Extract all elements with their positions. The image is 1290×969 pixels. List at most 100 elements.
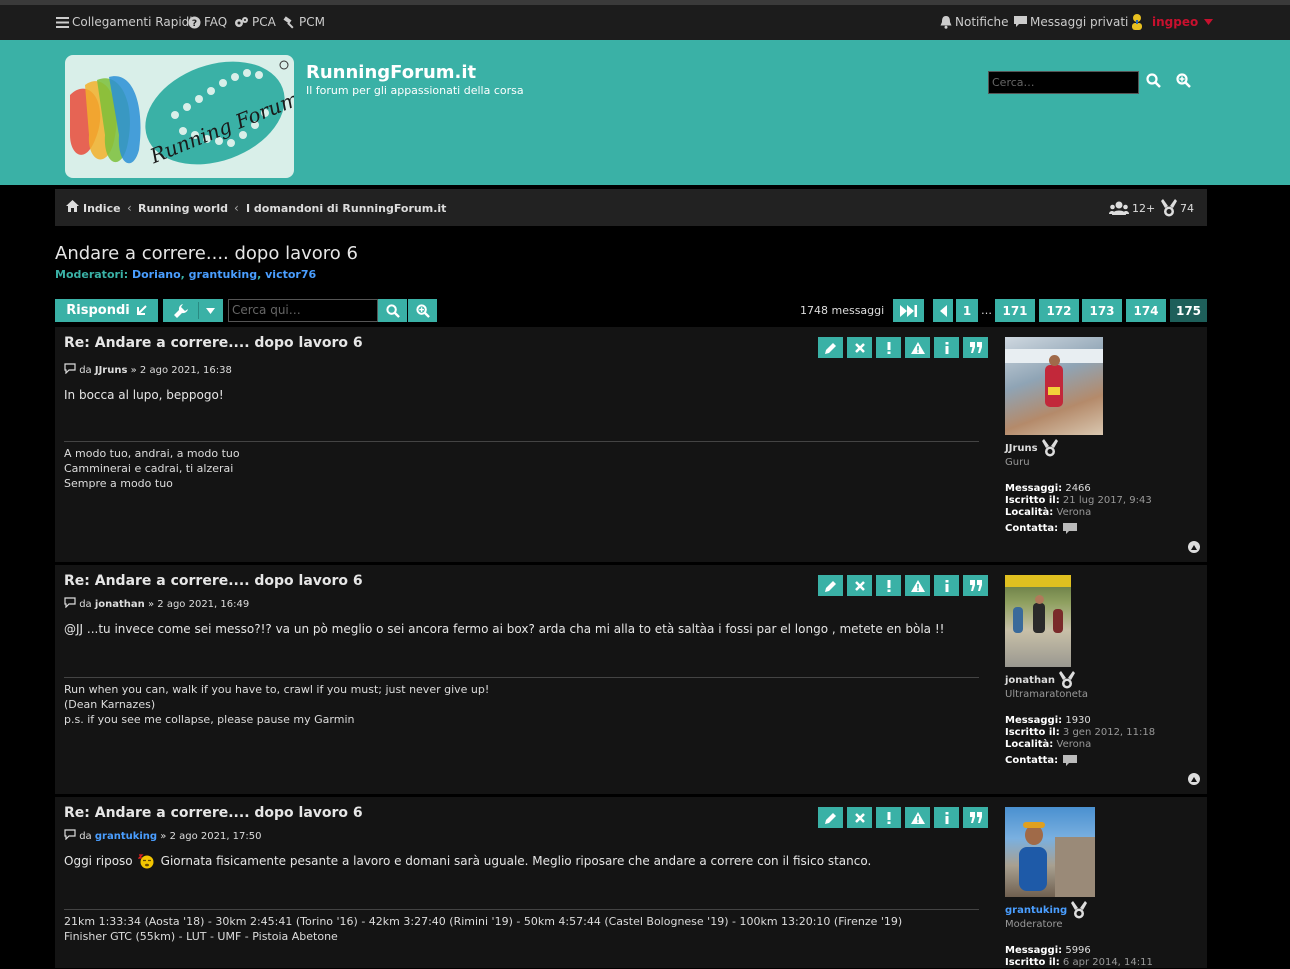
- report-button[interactable]: [905, 575, 930, 596]
- topic-search-button[interactable]: [378, 299, 407, 322]
- pcm-link[interactable]: PCM: [283, 15, 325, 29]
- back-to-top-button[interactable]: [1188, 773, 1200, 785]
- author-profile: JJruns Guru Messaggi: 2466 Iscritto il: …: [1005, 337, 1200, 535]
- delete-button[interactable]: [847, 575, 872, 596]
- join-date: 21 lug 2017, 9:43: [1062, 495, 1152, 506]
- delete-button[interactable]: [847, 807, 872, 828]
- medal-icon: [1161, 199, 1177, 217]
- page-173[interactable]: 173: [1082, 299, 1122, 322]
- page-171[interactable]: 171: [995, 299, 1035, 322]
- quote-button[interactable]: [963, 807, 988, 828]
- topic-tools-button[interactable]: [163, 299, 223, 322]
- arrow-up-icon: [1191, 544, 1197, 550]
- moderator-link[interactable]: victor76: [265, 268, 316, 281]
- quote-icon: [969, 342, 982, 353]
- post-title[interactable]: Re: Andare a correre.... dopo lavoro 6: [64, 573, 363, 589]
- topic-search-input[interactable]: Cerca qui…: [228, 299, 378, 322]
- advanced-search-icon: [415, 303, 430, 318]
- quote-button[interactable]: [963, 575, 988, 596]
- profile-messages: Messaggi: 1930: [1005, 715, 1091, 726]
- profile-username[interactable]: JJruns: [1005, 443, 1038, 454]
- info-button[interactable]: [934, 807, 959, 828]
- faq-link[interactable]: ? FAQ: [188, 15, 227, 29]
- author-link[interactable]: JJruns: [95, 365, 128, 376]
- post-body-text: Oggi riposo: [64, 854, 133, 868]
- page-1[interactable]: 1: [956, 299, 978, 322]
- back-to-top-button[interactable]: [1188, 541, 1200, 553]
- post-title[interactable]: Re: Andare a correre.... dopo lavoro 6: [64, 335, 363, 351]
- search-icon[interactable]: [1146, 73, 1161, 88]
- avatar[interactable]: [1005, 575, 1071, 667]
- site-logo[interactable]: Running Forum: [65, 55, 294, 178]
- join-date: 3 gen 2012, 11:18: [1062, 727, 1156, 738]
- user-menu[interactable]: ingpeo: [1128, 13, 1214, 31]
- quicklinks-menu[interactable]: Collegamenti Rapidi: [56, 15, 193, 29]
- gears-icon: [235, 16, 248, 27]
- edit-button[interactable]: [818, 337, 843, 358]
- post-actions: [818, 807, 988, 828]
- pca-link[interactable]: PCA: [234, 15, 276, 29]
- breadcrumb-running-world[interactable]: Running world: [138, 202, 228, 215]
- warning-icon: [910, 811, 925, 824]
- close-icon: [854, 342, 865, 353]
- private-messages-link[interactable]: Messaggi privati: [1014, 15, 1128, 29]
- warn-button[interactable]: [876, 337, 901, 358]
- moderators-label: Moderatori:: [55, 268, 129, 281]
- avatar[interactable]: [1005, 807, 1095, 897]
- report-button[interactable]: [905, 337, 930, 358]
- breadcrumb-separator: ‹: [234, 201, 239, 215]
- signature-line: Finisher GTC (55km) - LUT - UMF - Pistoi…: [64, 930, 338, 943]
- profile-joined: Iscritto il: 6 apr 2014, 14:11: [1005, 957, 1153, 968]
- page-172[interactable]: 172: [1039, 299, 1079, 322]
- delete-button[interactable]: [847, 337, 872, 358]
- report-button[interactable]: [905, 807, 930, 828]
- close-icon: [854, 812, 865, 823]
- breadcrumb-current-forum[interactable]: I domandoni di RunningForum.it: [246, 202, 446, 215]
- info-button[interactable]: [934, 337, 959, 358]
- last-page-button[interactable]: [893, 299, 924, 322]
- profile-username[interactable]: jonathan: [1005, 675, 1055, 686]
- profile-username[interactable]: grantuking: [1005, 905, 1067, 916]
- warn-button[interactable]: [876, 807, 901, 828]
- edit-button[interactable]: [818, 575, 843, 596]
- topic-title[interactable]: Andare a correre.... dopo lavoro 6: [55, 243, 358, 264]
- contact-bubble-icon[interactable]: [1063, 523, 1078, 535]
- breadcrumb-separator: ‹: [127, 201, 132, 215]
- location: Verona: [1056, 507, 1092, 518]
- info-button[interactable]: [934, 575, 959, 596]
- signature: A modo tuo, andrai, a modo tuo Camminera…: [64, 441, 979, 491]
- header-search-input[interactable]: Cerca…: [988, 71, 1139, 94]
- post-title[interactable]: Re: Andare a correre.... dopo lavoro 6: [64, 805, 363, 821]
- page-175-current[interactable]: 175: [1170, 299, 1207, 322]
- edit-button[interactable]: [818, 807, 843, 828]
- moderator-link[interactable]: Doriano: [132, 268, 181, 281]
- post-count: 1748 messaggi: [800, 304, 885, 317]
- profile-messages: Messaggi: 5996: [1005, 945, 1091, 956]
- quote-button[interactable]: [963, 337, 988, 358]
- messages-count: 1930: [1065, 715, 1091, 726]
- bell-icon: [940, 15, 952, 29]
- caret-left-icon: [939, 304, 947, 317]
- topic-advanced-search-button[interactable]: [408, 299, 437, 322]
- contact-bubble-icon[interactable]: [1063, 755, 1078, 767]
- warn-button[interactable]: [876, 575, 901, 596]
- hamburger-icon: [56, 16, 69, 28]
- messages-count: 2466: [1065, 483, 1091, 494]
- page-174[interactable]: 174: [1126, 299, 1166, 322]
- info-icon: [945, 811, 948, 824]
- post-date: 2 ago 2021, 16:38: [139, 365, 232, 376]
- advanced-search-icon[interactable]: [1176, 73, 1191, 88]
- profile-location: Località: Verona: [1005, 507, 1092, 518]
- svg-text:?: ?: [192, 19, 197, 29]
- moderator-link[interactable]: grantuking: [189, 268, 257, 281]
- breadcrumb-index[interactable]: Indice: [83, 202, 121, 215]
- previous-page-button[interactable]: [933, 299, 953, 322]
- notifications-link[interactable]: Notifiche: [940, 15, 1009, 29]
- author-link[interactable]: grantuking: [95, 831, 157, 842]
- site-title: RunningForum.it: [306, 62, 477, 83]
- author-link[interactable]: jonathan: [95, 599, 145, 610]
- location: Verona: [1056, 739, 1092, 750]
- avatar[interactable]: [1005, 337, 1103, 435]
- post-actions: [818, 337, 988, 358]
- reply-button[interactable]: Rispondi: [55, 299, 158, 322]
